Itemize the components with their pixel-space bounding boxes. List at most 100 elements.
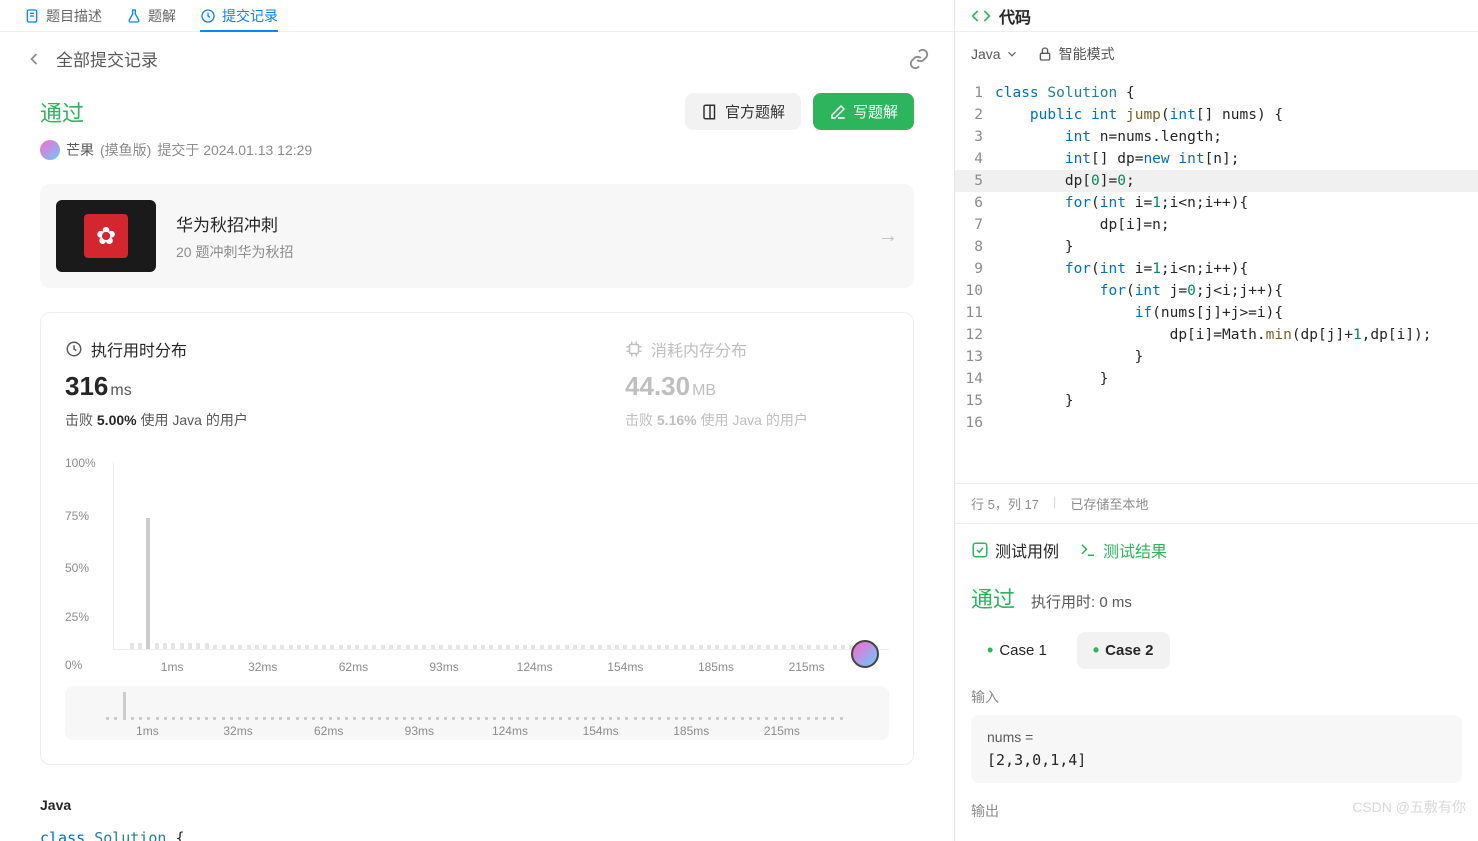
chart-bar xyxy=(565,645,569,649)
code-line[interactable]: 1class Solution { xyxy=(955,82,1478,104)
breadcrumb-row: 全部提交记录 xyxy=(0,32,954,85)
memory-header[interactable]: 消耗内存分布 xyxy=(625,337,954,361)
chart-bar xyxy=(615,645,619,649)
promo-image: ✿ xyxy=(56,200,156,272)
input-box[interactable]: nums = [2,3,0,1,4] xyxy=(971,715,1462,783)
chart-bar xyxy=(791,645,795,649)
tab-solution[interactable]: 题解 xyxy=(126,6,176,26)
chart-bar xyxy=(263,645,267,649)
clock-icon xyxy=(65,340,83,358)
chart-bar xyxy=(523,645,527,649)
tab-testresults[interactable]: 测试结果 xyxy=(1079,538,1167,562)
official-solution-button[interactable]: 官方题解 xyxy=(685,93,801,130)
chart-bar xyxy=(598,645,602,649)
tab-description[interactable]: 题目描述 xyxy=(24,6,102,26)
cursor-position: 行 5，列 17 xyxy=(971,494,1039,513)
promo-subtitle: 20 题冲刺华为秋招 xyxy=(176,242,858,262)
chart-bar xyxy=(230,645,234,649)
chart-bar xyxy=(347,645,351,649)
chart-bar xyxy=(213,645,217,649)
code-line[interactable]: 2 public int jump(int[] nums) { xyxy=(955,104,1478,126)
chart-bar xyxy=(674,645,678,649)
chart-bar xyxy=(506,645,510,649)
link-icon[interactable] xyxy=(908,48,930,70)
chart-bar xyxy=(389,645,393,649)
user-edition: (摸鱼版) xyxy=(100,140,151,160)
top-tabs: 题目描述 题解 提交记录 xyxy=(0,0,954,32)
chart-bar xyxy=(456,645,460,649)
chart-bar xyxy=(130,643,134,649)
case-2-tab[interactable]: Case 2 xyxy=(1077,632,1170,669)
code-line[interactable]: 5 dp[0]=0; xyxy=(955,170,1478,192)
chart-bar xyxy=(155,643,159,649)
chart-bar xyxy=(816,645,820,649)
chart-bar xyxy=(766,645,770,649)
chart-bar xyxy=(372,645,376,649)
flask-icon xyxy=(126,8,142,24)
result-runtime: 执行用时: 0 ms xyxy=(1031,591,1132,612)
runtime-value: 316ms xyxy=(65,371,445,402)
chart-bar xyxy=(824,645,828,649)
chart-bar xyxy=(439,645,443,649)
chart-bar xyxy=(180,643,184,649)
code-line[interactable]: 7 dp[i]=n; xyxy=(955,214,1478,236)
save-status: 已存储至本地 xyxy=(1070,494,1148,513)
chart-bar xyxy=(205,643,209,649)
user-marker-icon xyxy=(851,640,879,668)
write-solution-button[interactable]: 写题解 xyxy=(813,93,914,130)
code-line[interactable]: 13 } xyxy=(955,346,1478,368)
tab-submissions-label: 提交记录 xyxy=(222,6,278,26)
chart-bar xyxy=(481,645,485,649)
chart-bar xyxy=(757,645,761,649)
promo-card[interactable]: ✿ 华为秋招冲刺 20 题冲刺华为秋招 → xyxy=(40,184,914,288)
chevron-down-icon xyxy=(1005,47,1019,61)
chart-bar xyxy=(841,645,845,649)
code-line[interactable]: 16 xyxy=(955,412,1478,434)
code-icon xyxy=(971,6,991,26)
chart-bar xyxy=(590,645,594,649)
code-lang-label: Java xyxy=(40,785,914,825)
tab-submissions[interactable]: 提交记录 xyxy=(200,6,278,32)
history-icon xyxy=(200,8,216,24)
smart-mode-toggle[interactable]: 智能模式 xyxy=(1037,44,1115,64)
chart-bar xyxy=(556,645,560,649)
chart-bar xyxy=(707,645,711,649)
chart-bar xyxy=(272,645,276,649)
runtime-minimap[interactable]: 1ms 32ms 62ms 93ms 124ms 154ms 185ms 215… xyxy=(65,686,889,740)
runtime-chart[interactable]: 100% 75% 50% 25% 0% 1ms 32ms 62ms 93ms 1… xyxy=(65,454,889,674)
chart-bar xyxy=(138,643,142,649)
code-line[interactable]: 12 dp[i]=Math.min(dp[j]+1,dp[i]); xyxy=(955,324,1478,346)
code-line[interactable]: 15 } xyxy=(955,390,1478,412)
avatar[interactable] xyxy=(40,140,60,160)
code-line[interactable]: 8 } xyxy=(955,236,1478,258)
code-line[interactable]: 4 int[] dp=new int[n]; xyxy=(955,148,1478,170)
case-1-tab[interactable]: Case 1 xyxy=(971,632,1063,669)
chart-bar xyxy=(422,645,426,649)
code-line[interactable]: 3 int n=nums.length; xyxy=(955,126,1478,148)
chart-bar xyxy=(473,645,477,649)
back-arrow-icon[interactable] xyxy=(24,49,44,69)
chart-bar xyxy=(406,645,410,649)
chart-bar xyxy=(648,645,652,649)
username[interactable]: 芒果 xyxy=(66,140,94,160)
chart-bar xyxy=(171,643,175,649)
code-line[interactable]: 14 } xyxy=(955,368,1478,390)
code-line[interactable]: 11 if(nums[j]+j>=i){ xyxy=(955,302,1478,324)
doc-icon xyxy=(24,8,40,24)
code-line[interactable]: 10 for(int j=0;j<i;j++){ xyxy=(955,280,1478,302)
chart-bar xyxy=(381,645,385,649)
runtime-header[interactable]: 执行用时分布 xyxy=(65,337,445,361)
language-selector[interactable]: Java xyxy=(971,46,1019,62)
chart-bar xyxy=(355,645,359,649)
chart-bar xyxy=(448,645,452,649)
code-editor[interactable]: 1class Solution {2 public int jump(int[]… xyxy=(955,76,1478,483)
chart-bar xyxy=(339,645,343,649)
tab-testcases[interactable]: 测试用例 xyxy=(971,538,1059,562)
chart-bar xyxy=(305,645,309,649)
breadcrumb-label[interactable]: 全部提交记录 xyxy=(56,46,158,71)
code-line[interactable]: 6 for(int i=1;i<n;i++){ xyxy=(955,192,1478,214)
chart-bar xyxy=(515,645,519,649)
result-pane: 通过 执行用时: 0 ms Case 1 Case 2 输入 nums = [2… xyxy=(955,576,1478,841)
chart-bar xyxy=(330,645,334,649)
code-line[interactable]: 9 for(int i=1;i<n;i++){ xyxy=(955,258,1478,280)
